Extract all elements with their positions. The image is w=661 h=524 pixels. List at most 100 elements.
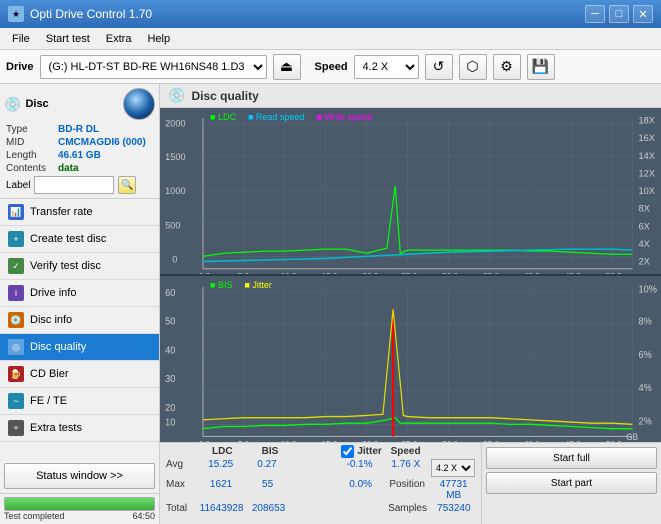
stats-total-row: Total 11643928 208653 Samples 753240 [164, 502, 477, 515]
svg-text:20: 20 [165, 403, 175, 414]
svg-text:10%: 10% [639, 284, 658, 295]
refresh-button[interactable]: ↺ [425, 54, 453, 80]
label-field-label: Label [6, 180, 30, 191]
svg-text:6%: 6% [639, 350, 653, 361]
stats-max-row: Max 1621 55 0.0% Position 47731 MB [164, 478, 477, 502]
nav-create-test-label: Create test disc [30, 233, 106, 245]
nav-cd-bier[interactable]: 🍺 CD Bier [0, 361, 159, 388]
svg-text:0.0: 0.0 [199, 439, 211, 442]
menu-file[interactable]: File [4, 31, 38, 47]
contents-value: data [58, 163, 79, 174]
nav-verify-test-disc[interactable]: ✓ Verify test disc [0, 253, 159, 280]
contents-label: Contents [6, 163, 58, 174]
max-spacer [291, 478, 338, 502]
maximize-button[interactable]: □ [609, 5, 629, 23]
main-area: 💿 Disc Type BD-R DL MID CMCMAGDI6 (000) … [0, 84, 661, 524]
jitter-check: Jitter [341, 445, 381, 458]
svg-text:5.0: 5.0 [238, 439, 250, 442]
nav-list: 📊 Transfer rate + Create test disc ✓ Ver… [0, 199, 159, 459]
settings-button[interactable]: ⚙ [493, 54, 521, 80]
svg-text:2X: 2X [639, 257, 650, 267]
nav-disc-info[interactable]: 💿 Disc info [0, 307, 159, 334]
svg-text:18X: 18X [639, 116, 655, 126]
start-part-button[interactable]: Start part [486, 472, 657, 494]
stats-bar: LDC BIS Jitter Speed Avg 15.25 [160, 442, 661, 524]
label-search-button[interactable]: 🔍 [118, 176, 136, 194]
svg-text:15.0: 15.0 [322, 439, 338, 442]
svg-text:6X: 6X [639, 221, 650, 231]
menu-start-test[interactable]: Start test [38, 31, 98, 47]
total-bis: 208653 [245, 502, 291, 515]
jitter-checkbox[interactable] [341, 445, 354, 458]
svg-text:0: 0 [172, 255, 177, 265]
nav-disc-quality[interactable]: ◎ Disc quality [0, 334, 159, 361]
nav-create-test-disc[interactable]: + Create test disc [0, 226, 159, 253]
svg-text:10X: 10X [639, 186, 655, 196]
max-position-label: Position [384, 478, 431, 502]
nav-verify-test-label: Verify test disc [30, 260, 101, 272]
drive-select[interactable]: (G:) HL-DT-ST BD-RE WH16NS48 1.D3 [40, 55, 267, 79]
nav-extra-tests-label: Extra tests [30, 422, 82, 434]
nav-extra-tests[interactable]: + Extra tests [0, 415, 159, 442]
disc-header-label: Disc [25, 98, 48, 110]
legend-write-speed: ■ Write speed [316, 112, 372, 122]
svg-text:30.0: 30.0 [442, 439, 458, 442]
svg-text:50: 50 [165, 316, 175, 327]
svg-text:2000: 2000 [165, 119, 185, 129]
disc-contents-row: Contents data [4, 163, 155, 174]
nav-fe-te-label: FE / TE [30, 395, 67, 407]
progress-area: Test completed 64:50 [0, 493, 159, 524]
start-full-button[interactable]: Start full [486, 447, 657, 469]
nav-transfer-rate[interactable]: 📊 Transfer rate [0, 199, 159, 226]
svg-text:GB: GB [626, 431, 638, 441]
top-legend: ■ LDC ■ Read speed ■ Write speed [210, 112, 372, 122]
scan-button[interactable]: ⬡ [459, 54, 487, 80]
svg-text:40: 40 [165, 345, 175, 356]
col-bis: BIS [246, 445, 294, 458]
app-title: Opti Drive Control 1.70 [30, 7, 152, 21]
status-window-button[interactable]: Status window >> [4, 463, 155, 489]
nav-fe-te[interactable]: ~ FE / TE [0, 388, 159, 415]
speed-select-stats[interactable]: 4.2 X [431, 459, 475, 477]
nav-drive-info[interactable]: i Drive info [0, 280, 159, 307]
avg-ldc: 15.25 [198, 458, 244, 478]
label-input[interactable] [34, 176, 114, 194]
jitter-label: Jitter [357, 446, 381, 457]
stats-table: LDC BIS Jitter Speed Avg 15.25 [160, 443, 481, 524]
eject-button[interactable]: ⏏ [273, 54, 301, 80]
window-controls: ─ □ ✕ [585, 5, 653, 23]
save-button[interactable]: 💾 [527, 54, 555, 80]
chart-title: Disc quality [191, 89, 258, 103]
nav-disc-info-label: Disc info [30, 314, 72, 326]
disc-type-row: Type BD-R DL [4, 124, 155, 135]
disc-icon: 💿 [4, 96, 21, 113]
svg-text:2%: 2% [639, 416, 653, 427]
fe-te-icon: ~ [8, 393, 24, 409]
drive-info-icon: i [8, 285, 24, 301]
samples-label: Samples [384, 502, 430, 515]
svg-text:50.0: 50.0 [606, 439, 622, 442]
max-position-value: 47731 MB [430, 478, 477, 502]
legend-read-speed: ■ Read speed [248, 112, 304, 122]
progress-info: Test completed 64:50 [4, 511, 155, 521]
svg-text:25.0: 25.0 [401, 439, 417, 442]
svg-text:10: 10 [165, 417, 175, 428]
svg-text:45.0: 45.0 [565, 439, 581, 442]
svg-text:12X: 12X [639, 168, 655, 178]
speed-select[interactable]: 4.2 X 2.0 X 8.0 X [354, 55, 419, 79]
menu-extra[interactable]: Extra [98, 31, 140, 47]
disc-section: 💿 Disc Type BD-R DL MID CMCMAGDI6 (000) … [0, 84, 159, 199]
nav-disc-quality-label: Disc quality [30, 341, 86, 353]
legend-bis: ■ BIS [210, 280, 232, 290]
drive-label: Drive [6, 61, 34, 73]
max-bis: 55 [244, 478, 291, 502]
svg-text:40.0: 40.0 [524, 439, 540, 442]
avg-spacer [290, 458, 336, 478]
close-button[interactable]: ✕ [633, 5, 653, 23]
svg-text:8X: 8X [639, 204, 650, 214]
max-label: Max [164, 478, 198, 502]
create-test-icon: + [8, 231, 24, 247]
menu-help[interactable]: Help [139, 31, 178, 47]
max-jitter: 0.0% [337, 478, 384, 502]
minimize-button[interactable]: ─ [585, 5, 605, 23]
